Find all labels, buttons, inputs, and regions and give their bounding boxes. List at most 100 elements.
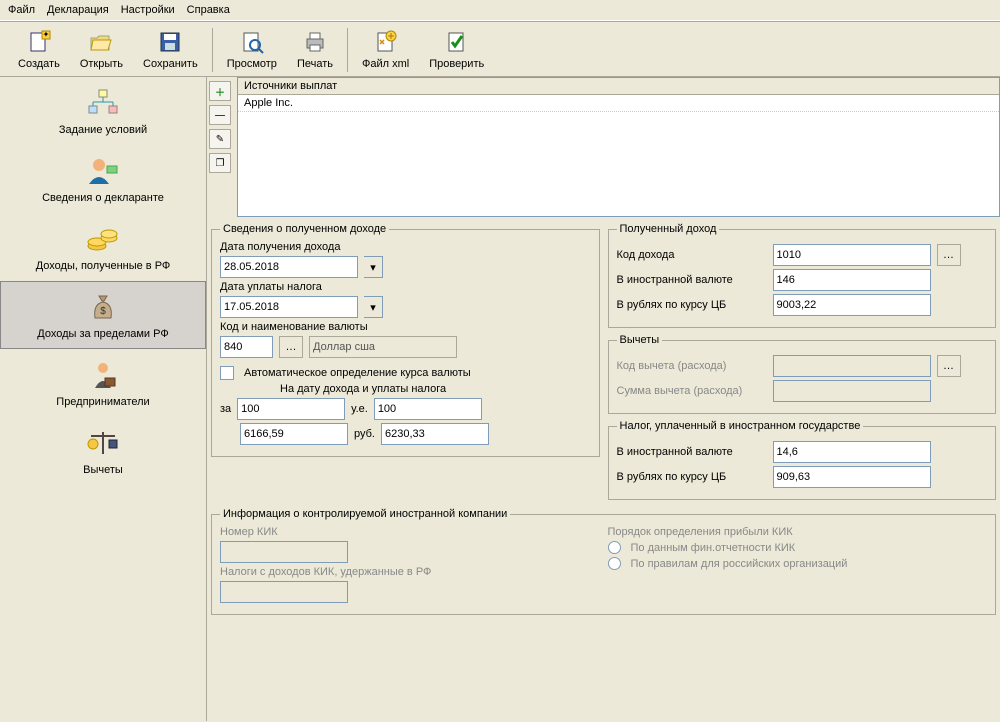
folder-open-icon — [87, 28, 115, 56]
plus-icon: ＋ — [215, 84, 225, 99]
kik-radio-1[interactable] — [608, 541, 621, 554]
za-label: за — [220, 403, 231, 415]
rub-label: руб. — [354, 428, 375, 440]
kik-radio-2-label: По правилам для российских организаций — [631, 558, 848, 570]
tax-foreign-input[interactable] — [773, 441, 931, 463]
save-button[interactable]: Сохранить — [133, 26, 208, 72]
rate2-input[interactable] — [381, 423, 489, 445]
received-rub-input[interactable] — [773, 294, 931, 316]
currency-lookup-button[interactable]: … — [279, 336, 303, 358]
ue-label: у.е. — [351, 403, 368, 415]
kik-taxes-input — [220, 581, 348, 603]
received-legend: Полученный доход — [617, 223, 720, 235]
copy-source-button[interactable]: ❐ — [209, 153, 231, 173]
floppy-icon — [156, 28, 184, 56]
currency-name-display — [309, 336, 457, 358]
printer-icon — [301, 28, 329, 56]
chevron-down-icon: ▾ — [370, 301, 376, 314]
income-code-label: Код дохода — [617, 249, 767, 261]
open-button[interactable]: Открыть — [70, 26, 133, 72]
money-bag-icon: $ — [83, 290, 123, 324]
auto-rate-checkbox[interactable] — [220, 366, 234, 380]
kik-radio-1-label: По данным фин.отчетности КИК — [631, 542, 796, 554]
toolbar: ✦Создать Открыть Сохранить Просмотр Печа… — [0, 21, 1000, 77]
income-code-lookup-button[interactable]: … — [937, 244, 961, 266]
menubar: Файл Декларация Настройки Справка — [0, 0, 1000, 21]
ded-sum-label: Сумма вычета (расхода) — [617, 385, 767, 397]
sidebar-item-entrepreneurs[interactable]: Предприниматели — [0, 349, 206, 417]
menu-help[interactable]: Справка — [187, 4, 230, 16]
ellipsis-icon: … — [943, 360, 954, 372]
menu-file[interactable]: Файл — [8, 4, 35, 16]
menu-settings[interactable]: Настройки — [121, 4, 175, 16]
sources-header: Источники выплат — [238, 78, 999, 95]
per1-input[interactable] — [237, 398, 345, 420]
ded-sum-input — [773, 380, 931, 402]
date-received-input[interactable] — [220, 256, 358, 278]
ellipsis-icon: … — [286, 341, 297, 353]
minus-icon: — — [215, 110, 225, 121]
businessman-icon — [83, 358, 123, 392]
currency-code-input[interactable] — [220, 336, 273, 358]
sidebar-item-conditions[interactable]: Задание условий — [0, 77, 206, 145]
content: ＋ — ✎ ❐ Источники выплат Apple Inc. Свед… — [207, 77, 1000, 721]
tax-fieldset: Налог, уплаченный в иностранном государс… — [608, 420, 997, 500]
rate-sub-label: На дату дохода и уплаты налога — [280, 383, 591, 395]
svg-text:$: $ — [100, 306, 106, 317]
check-button[interactable]: Проверить — [419, 26, 494, 72]
date-received-dropdown[interactable]: ▾ — [364, 256, 383, 278]
kik-fieldset: Информация о контролируемой иностранной … — [211, 508, 996, 615]
add-source-button[interactable]: ＋ — [209, 81, 231, 101]
copy-icon: ❐ — [216, 158, 225, 169]
per2-input[interactable] — [374, 398, 482, 420]
deductions-fieldset: Вычеты Код вычета (расхода)… Сумма вычет… — [608, 334, 997, 414]
kik-num-label: Номер КИК — [220, 526, 600, 538]
rate1-input[interactable] — [240, 423, 348, 445]
sources-panel: ＋ — ✎ ❐ Источники выплат Apple Inc. — [207, 77, 1000, 217]
ded-code-input — [773, 355, 931, 377]
coins-icon — [83, 222, 123, 256]
tax-rub-input[interactable] — [773, 466, 931, 488]
sidebar-item-deductions[interactable]: Вычеты — [0, 417, 206, 485]
conditions-icon — [83, 86, 123, 120]
date-received-label: Дата получения дохода — [220, 241, 591, 253]
filexml-button[interactable]: Файл xml — [352, 26, 419, 72]
print-button[interactable]: Печать — [287, 26, 343, 72]
deductions-legend: Вычеты — [617, 334, 663, 346]
tax-foreign-label: В иностранной валюте — [617, 446, 767, 458]
ded-code-lookup-button[interactable]: … — [937, 355, 961, 377]
remove-source-button[interactable]: — — [209, 105, 231, 125]
person-icon — [83, 154, 123, 188]
date-tax-dropdown[interactable]: ▾ — [364, 296, 383, 318]
currency-code-label: Код и наименование валюты — [220, 321, 591, 333]
menu-declaration[interactable]: Декларация — [47, 4, 109, 16]
auto-rate-label: Автоматическое определение курса валюты — [244, 367, 471, 379]
income-fieldset: Сведения о полученном доходе Дата получе… — [211, 223, 600, 457]
preview-button[interactable]: Просмотр — [217, 26, 287, 72]
kik-order-label: Порядок определения прибыли КИК — [608, 526, 988, 538]
date-tax-input[interactable] — [220, 296, 358, 318]
received-rub-label: В рублях по курсу ЦБ — [617, 299, 767, 311]
income-legend: Сведения о полученном доходе — [220, 223, 389, 235]
sidebar-item-declarant[interactable]: Сведения о декларанте — [0, 145, 206, 213]
create-button[interactable]: ✦Создать — [8, 26, 70, 72]
tax-rub-label: В рублях по курсу ЦБ — [617, 471, 767, 483]
new-file-icon: ✦ — [25, 28, 53, 56]
sidebar: Задание условий Сведения о декларанте До… — [0, 77, 207, 721]
chevron-down-icon: ▾ — [370, 261, 376, 274]
date-tax-label: Дата уплаты налога — [220, 281, 591, 293]
xml-file-icon — [372, 28, 400, 56]
sidebar-item-income-abroad[interactable]: $Доходы за пределами РФ — [0, 281, 206, 349]
received-foreign-label: В иностранной валюте — [617, 274, 767, 286]
preview-icon — [238, 28, 266, 56]
tax-legend: Налог, уплаченный в иностранном государс… — [617, 420, 864, 432]
source-row[interactable]: Apple Inc. — [238, 95, 999, 112]
sources-list[interactable]: Источники выплат Apple Inc. — [237, 77, 1000, 217]
edit-source-button[interactable]: ✎ — [209, 129, 231, 149]
sidebar-item-income-rf[interactable]: Доходы, полученные в РФ — [0, 213, 206, 281]
kik-taxes-label: Налоги с доходов КИК, удержанные в РФ — [220, 566, 600, 578]
income-code-input[interactable] — [773, 244, 931, 266]
received-foreign-input[interactable] — [773, 269, 931, 291]
kik-radio-2[interactable] — [608, 557, 621, 570]
ellipsis-icon: … — [943, 249, 954, 261]
